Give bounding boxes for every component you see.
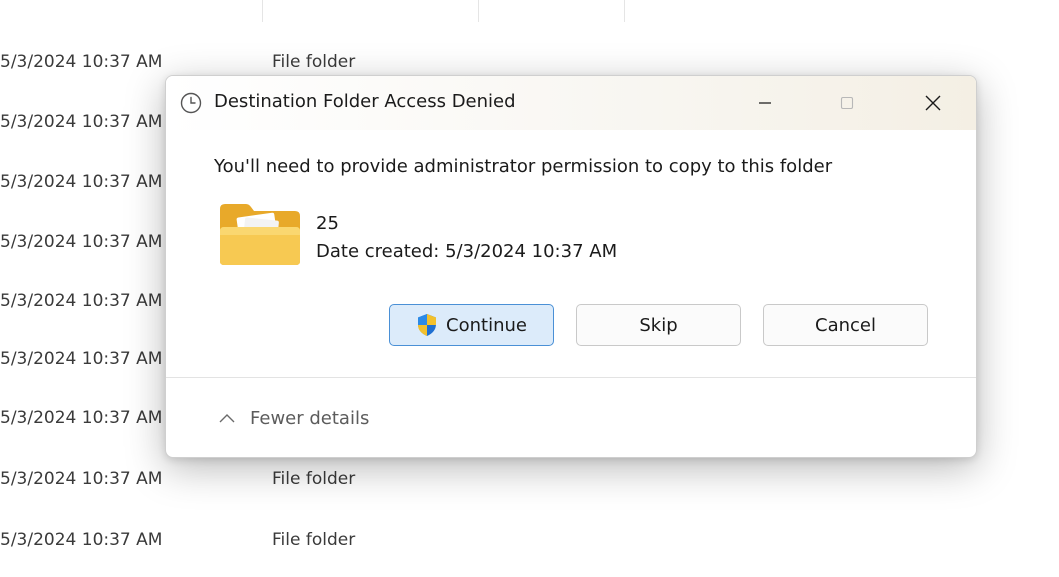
date-modified: 5/3/2024 10:37 AM [0, 52, 163, 72]
skip-label: Skip [639, 314, 678, 336]
date-modified: 5/3/2024 10:37 AM [0, 172, 163, 192]
item-date-created: Date created: 5/3/2024 10:37 AM [316, 241, 618, 262]
folder-icon [220, 204, 300, 265]
date-modified: 5/3/2024 10:37 AM [0, 408, 163, 428]
date-modified: 5/3/2024 10:37 AM [0, 349, 163, 369]
divider [166, 377, 976, 378]
access-denied-dialog: Destination Folder Access Denied You'll … [165, 75, 977, 458]
clock-icon [180, 92, 202, 114]
date-modified: 5/3/2024 10:37 AM [0, 112, 163, 132]
continue-label: Continue [446, 314, 527, 336]
minimize-button[interactable] [735, 76, 795, 130]
fewer-details-toggle[interactable]: Fewer details [218, 403, 369, 433]
list-item[interactable]: 5/3/2024 10:37 AM File folder [0, 52, 700, 76]
column-separator [624, 0, 625, 22]
maximize-icon [840, 96, 854, 110]
continue-button[interactable]: Continue [389, 304, 554, 346]
cancel-button[interactable]: Cancel [763, 304, 928, 346]
column-separator [262, 0, 263, 22]
uac-shield-icon [418, 314, 437, 336]
skip-button[interactable]: Skip [576, 304, 741, 346]
item-type: File folder [272, 52, 356, 72]
date-modified: 5/3/2024 10:37 AM [0, 530, 163, 550]
dialog-titlebar[interactable]: Destination Folder Access Denied [166, 76, 976, 130]
item-type: File folder [272, 469, 356, 489]
list-item[interactable]: 5/3/2024 10:37 AM File folder [0, 530, 700, 554]
cancel-label: Cancel [815, 314, 876, 336]
close-button[interactable] [903, 76, 963, 130]
maximize-button [817, 76, 877, 130]
column-separator [478, 0, 479, 22]
close-icon [925, 95, 941, 111]
item-name: 25 [316, 213, 339, 234]
item-type: File folder [272, 530, 356, 550]
date-modified: 5/3/2024 10:37 AM [0, 469, 163, 489]
dialog-title: Destination Folder Access Denied [214, 91, 516, 112]
date-modified: 5/3/2024 10:37 AM [0, 291, 163, 311]
dialog-message: You'll need to provide administrator per… [214, 156, 833, 177]
list-item[interactable]: 5/3/2024 10:37 AM File folder [0, 469, 700, 493]
minimize-icon [759, 102, 771, 104]
chevron-up-icon [219, 414, 235, 423]
fewer-details-label: Fewer details [250, 407, 370, 429]
date-modified: 5/3/2024 10:37 AM [0, 232, 163, 252]
